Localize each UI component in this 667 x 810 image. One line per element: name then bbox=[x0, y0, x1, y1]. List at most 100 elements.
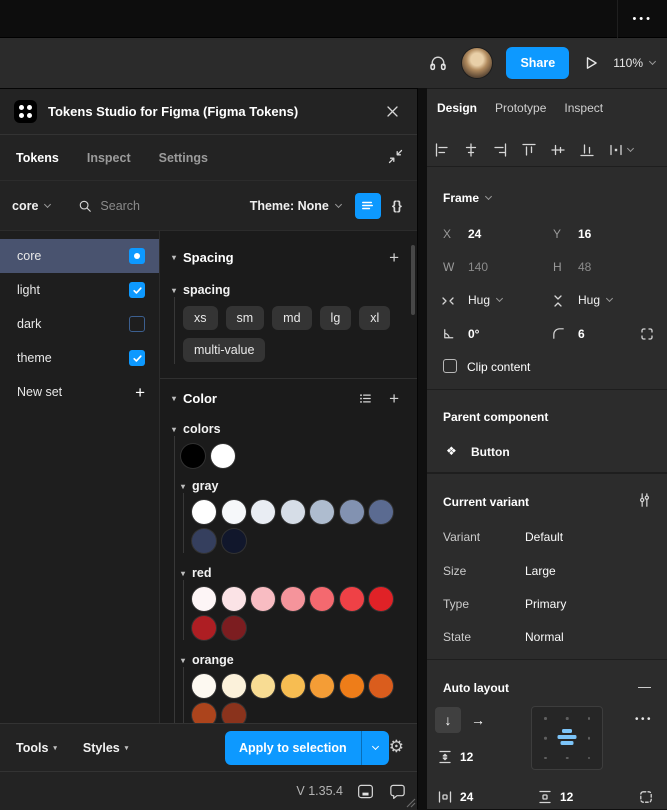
color-swatch-token[interactable] bbox=[222, 703, 246, 723]
token-chip[interactable]: xl bbox=[359, 306, 390, 330]
apply-options-dropdown[interactable] bbox=[361, 731, 389, 765]
set-disabled-checkbox[interactable] bbox=[129, 316, 145, 332]
set-enabled-checkbox[interactable] bbox=[129, 350, 145, 366]
color-swatch-token[interactable] bbox=[340, 587, 364, 611]
color-swatch-token[interactable] bbox=[222, 616, 246, 640]
color-swatch-token[interactable] bbox=[281, 674, 305, 698]
distribute-spacing-dropdown[interactable] bbox=[608, 142, 633, 158]
tab-tokens[interactable]: Tokens bbox=[16, 151, 59, 165]
color-swatch-token[interactable] bbox=[369, 674, 393, 698]
align-horizontal-centers-icon[interactable] bbox=[463, 142, 479, 158]
horizontal-padding-input[interactable]: 24 bbox=[460, 790, 473, 804]
layout-direction-down-button[interactable]: ↓ bbox=[435, 707, 461, 733]
color-swatch-token[interactable] bbox=[369, 587, 393, 611]
color-swatch-token[interactable] bbox=[310, 500, 334, 524]
settings-gear-icon[interactable]: ⚙ bbox=[389, 738, 404, 755]
item-spacing-input[interactable]: 12 bbox=[460, 750, 473, 764]
token-set-dark[interactable]: dark bbox=[0, 307, 159, 341]
color-swatch-token[interactable] bbox=[251, 587, 275, 611]
align-top-icon[interactable] bbox=[521, 142, 537, 158]
variant-prop-value-dropdown[interactable]: Default bbox=[525, 530, 563, 544]
json-braces-button[interactable]: {} bbox=[389, 195, 405, 216]
tab-settings[interactable]: Settings bbox=[159, 151, 208, 165]
collapse-resize-icon[interactable] bbox=[388, 149, 403, 164]
gray-group-toggle[interactable]: ▾ gray bbox=[181, 479, 417, 493]
color-swatch-token[interactable] bbox=[310, 674, 334, 698]
color-swatch-token[interactable] bbox=[192, 674, 216, 698]
tab-design[interactable]: Design bbox=[437, 101, 477, 115]
share-button[interactable]: Share bbox=[506, 47, 569, 79]
vertical-padding-input[interactable]: 12 bbox=[560, 790, 573, 804]
feedback-comment-icon[interactable] bbox=[388, 782, 407, 801]
color-section-toggle[interactable]: ▾ Color bbox=[172, 391, 358, 406]
alignment-position-grid[interactable] bbox=[531, 706, 603, 770]
dock-panel-icon[interactable] bbox=[356, 782, 375, 801]
new-set-button[interactable]: New set + bbox=[0, 375, 159, 409]
height-input[interactable]: 48 bbox=[578, 260, 591, 274]
token-set-light[interactable]: light bbox=[0, 273, 159, 307]
spacing-group-toggle[interactable]: ▾ spacing bbox=[172, 283, 417, 297]
colors-group-toggle[interactable]: ▾ colors bbox=[172, 422, 417, 436]
token-chip[interactable]: lg bbox=[320, 306, 352, 330]
color-swatch-token[interactable] bbox=[281, 587, 305, 611]
add-spacing-token-button[interactable]: + bbox=[389, 249, 399, 266]
color-swatch-token[interactable] bbox=[192, 703, 216, 723]
token-chip[interactable]: md bbox=[272, 306, 311, 330]
token-set-dropdown[interactable]: core bbox=[12, 199, 50, 213]
token-set-theme[interactable]: theme bbox=[0, 341, 159, 375]
clip-content-checkbox[interactable] bbox=[443, 359, 457, 373]
color-swatch-token[interactable] bbox=[192, 500, 216, 524]
present-play-icon[interactable] bbox=[583, 55, 599, 71]
add-color-token-button[interactable]: + bbox=[389, 390, 399, 407]
variant-prop-value-dropdown[interactable]: Primary bbox=[525, 597, 566, 611]
token-chip[interactable]: xs bbox=[183, 306, 218, 330]
token-chip[interactable]: multi-value bbox=[183, 338, 265, 362]
align-left-icon[interactable] bbox=[434, 142, 450, 158]
zoom-level-control[interactable]: 110% bbox=[613, 56, 655, 70]
variant-prop-value-dropdown[interactable]: Large bbox=[525, 564, 556, 578]
horizontal-sizing-dropdown[interactable]: Hug bbox=[468, 293, 502, 307]
color-swatch-token[interactable] bbox=[192, 587, 216, 611]
theme-dropdown[interactable]: Theme: None bbox=[250, 199, 341, 213]
set-source-checkbox[interactable] bbox=[129, 248, 145, 264]
more-options-icon[interactable]: ••• bbox=[617, 0, 653, 38]
tab-prototype[interactable]: Prototype bbox=[495, 101, 546, 115]
color-swatch-token[interactable] bbox=[369, 500, 393, 524]
width-input[interactable]: 140 bbox=[468, 260, 488, 274]
user-avatar[interactable] bbox=[462, 48, 492, 78]
color-swatch-token[interactable] bbox=[310, 587, 334, 611]
color-swatch-token[interactable] bbox=[251, 674, 275, 698]
align-bottom-icon[interactable] bbox=[579, 142, 595, 158]
color-swatch-token[interactable] bbox=[192, 529, 216, 553]
color-swatch-token[interactable] bbox=[251, 500, 275, 524]
corner-radius-input[interactable]: 6 bbox=[578, 327, 585, 341]
independent-padding-icon[interactable] bbox=[638, 789, 654, 805]
apply-to-selection-button[interactable]: Apply to selection bbox=[225, 731, 361, 765]
red-group-toggle[interactable]: ▾ red bbox=[181, 566, 417, 580]
parent-component-name[interactable]: Button bbox=[471, 445, 510, 459]
variant-prop-value-dropdown[interactable]: Normal bbox=[525, 630, 564, 644]
token-set-core[interactable]: core bbox=[0, 239, 159, 273]
orange-group-toggle[interactable]: ▾ orange bbox=[181, 653, 417, 667]
color-swatch-token[interactable] bbox=[340, 500, 364, 524]
color-swatch-token[interactable] bbox=[281, 500, 305, 524]
independent-corners-icon[interactable] bbox=[639, 326, 655, 342]
x-position-input[interactable]: 24 bbox=[468, 227, 481, 241]
color-swatch-token[interactable] bbox=[181, 444, 205, 468]
search-input[interactable]: Search bbox=[78, 199, 249, 213]
color-swatch-token[interactable] bbox=[222, 529, 246, 553]
color-swatch-token[interactable] bbox=[340, 674, 364, 698]
layout-direction-right-button[interactable]: → bbox=[465, 707, 491, 733]
align-vertical-centers-icon[interactable] bbox=[550, 142, 566, 158]
spacing-section-toggle[interactable]: ▾ Spacing bbox=[172, 250, 389, 265]
color-swatch-token[interactable] bbox=[222, 500, 246, 524]
color-swatch-token[interactable] bbox=[222, 587, 246, 611]
styles-menu-button[interactable]: Styles ▾ bbox=[83, 741, 128, 755]
vertical-sizing-dropdown[interactable]: Hug bbox=[578, 293, 612, 307]
close-icon[interactable] bbox=[381, 101, 403, 123]
tab-inspect[interactable]: Inspect bbox=[87, 151, 131, 165]
set-enabled-checkbox[interactable] bbox=[129, 282, 145, 298]
list-view-toggle-button[interactable] bbox=[355, 193, 381, 219]
variant-sliders-icon[interactable] bbox=[637, 492, 652, 508]
y-position-input[interactable]: 16 bbox=[578, 227, 591, 241]
